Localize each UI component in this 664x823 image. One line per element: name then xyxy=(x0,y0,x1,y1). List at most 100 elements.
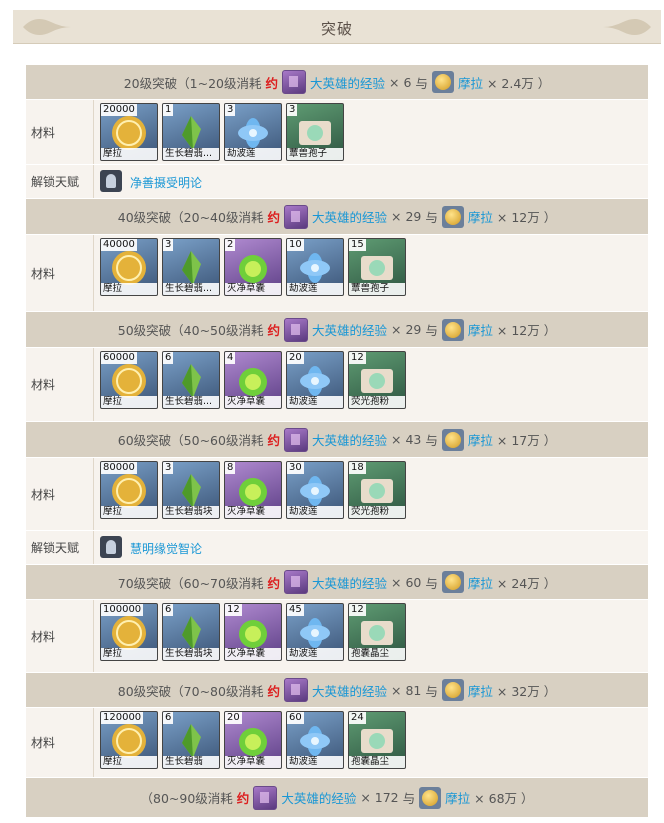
page-header: 突破 xyxy=(13,10,661,44)
mora-link[interactable]: 摩拉 xyxy=(468,207,493,226)
exp-link[interactable]: 大英雄的经验 xyxy=(312,573,387,592)
material-tile[interactable]: 4 灭净草囊 xyxy=(224,351,282,409)
material-count: 8 xyxy=(225,462,236,474)
mora-count: × 32万 ） xyxy=(496,683,557,699)
material-tile[interactable]: 20 灭净草囊 xyxy=(224,711,282,769)
material-tile[interactable]: 6 生长碧翡块 xyxy=(162,603,220,661)
exp-count: × 60 xyxy=(391,574,422,590)
material-tile[interactable]: 10 劫波莲 xyxy=(286,238,344,296)
material-name: 摩拉 xyxy=(101,283,157,295)
material-tile[interactable]: 24 孢囊晶尘 xyxy=(348,711,406,769)
mora-link[interactable]: 摩拉 xyxy=(458,73,483,92)
material-tile[interactable]: 3 生长碧翡... xyxy=(162,238,220,296)
material-list: 40000 摩拉 3 生长碧翡... 2 灭净草囊 10 劫波莲 15 蕈兽孢子 xyxy=(100,238,406,296)
approx-label: 约 xyxy=(267,575,280,591)
mora-count: × 68万 ） xyxy=(474,791,534,806)
mora-count: × 24万 ） xyxy=(496,575,557,591)
approx-label: 约 xyxy=(267,433,280,448)
material-tile[interactable]: 12 灭净草囊 xyxy=(224,603,282,661)
mora-link[interactable]: 摩拉 xyxy=(468,573,493,592)
exp-count: × 29 xyxy=(391,322,422,337)
talent-icon xyxy=(100,536,122,558)
material-tile[interactable]: 12 孢囊晶尘 xyxy=(348,603,406,661)
material-name: 蕈兽孢子 xyxy=(349,283,405,295)
phase-header: 20级突破（1~20级消耗约 大英雄的经验 × 6 与 摩拉 × 2.4万 ） xyxy=(26,65,648,100)
material-tile[interactable]: 60 劫波莲 xyxy=(286,711,344,769)
material-tile[interactable]: 20 劫波莲 xyxy=(286,351,344,409)
phase-header: 80级突破（70~80级消耗约 大英雄的经验 × 81 与 摩拉 × 32万 ） xyxy=(26,673,648,708)
materials-row: 材料 60000 摩拉 6 生长碧翡... 4 灭净草囊 20 劫波莲 12 荧光孢粉 xyxy=(26,348,648,422)
phase-cost-line: 60级突破（50~60级消耗约 大英雄的经验 × 43 与 摩拉 × 17万 ） xyxy=(26,422,648,457)
talent-link[interactable]: 净善摄受明论 xyxy=(130,174,202,191)
phase-header: 50级突破（40~50级消耗约 大英雄的经验 × 29 与 摩拉 × 12万 ） xyxy=(26,312,648,348)
material-name: 摩拉 xyxy=(101,148,157,160)
ornament-right-icon xyxy=(603,18,651,36)
material-count: 20 xyxy=(225,712,242,724)
phase-cost-line: 50级突破（40~50级消耗约 大英雄的经验 × 29 与 摩拉 × 12万 ） xyxy=(26,312,648,347)
exp-book-icon xyxy=(283,204,308,229)
material-count: 12 xyxy=(225,604,242,616)
material-tile[interactable]: 20000 摩拉 xyxy=(100,103,158,161)
material-name: 孢囊晶尘 xyxy=(349,756,405,768)
materials-label: 材料 xyxy=(26,100,94,164)
material-tile[interactable]: 8 灭净草囊 xyxy=(224,461,282,519)
material-tile[interactable]: 40000 摩拉 xyxy=(100,238,158,296)
material-count: 2 xyxy=(225,239,236,251)
material-list: 80000 摩拉 3 生长碧翡块 8 灭净草囊 30 劫波莲 18 荧光孢粉 xyxy=(100,461,406,519)
material-name: 荧光孢粉 xyxy=(349,396,405,408)
mora-link[interactable]: 摩拉 xyxy=(468,681,493,700)
material-count: 10 xyxy=(287,239,304,251)
mora-icon xyxy=(441,205,464,228)
talent-link[interactable]: 慧明缘觉智论 xyxy=(130,540,202,557)
mora-link[interactable]: 摩拉 xyxy=(468,430,493,449)
material-tile[interactable]: 1 生长碧翡... xyxy=(162,103,220,161)
unlock-talent-label: 解锁天赋 xyxy=(26,531,94,564)
material-name: 生长碧翡块 xyxy=(163,648,219,660)
material-count: 6 xyxy=(163,712,174,724)
material-tile[interactable]: 6 生长碧翡... xyxy=(162,351,220,409)
material-tile[interactable]: 100000 摩拉 xyxy=(100,603,158,661)
material-name: 生长碧翡... xyxy=(163,148,219,160)
phase-title: （80~90级消耗 xyxy=(140,791,233,806)
materials-label: 材料 xyxy=(26,708,94,777)
exp-link[interactable]: 大英雄的经验 xyxy=(310,73,385,92)
material-tile[interactable]: 18 荧光孢粉 xyxy=(348,461,406,519)
material-name: 生长碧翡 xyxy=(163,756,219,768)
material-tile[interactable]: 3 蕈兽孢子 xyxy=(286,103,344,161)
exp-link[interactable]: 大英雄的经验 xyxy=(281,788,356,807)
material-tile[interactable]: 60000 摩拉 xyxy=(100,351,158,409)
approx-label: 约 xyxy=(236,791,250,806)
material-name: 荧光孢粉 xyxy=(349,506,405,518)
exp-count: × 6 xyxy=(389,74,412,90)
material-tile[interactable]: 12 荧光孢粉 xyxy=(348,351,406,409)
exp-link[interactable]: 大英雄的经验 xyxy=(312,207,387,226)
material-tile[interactable]: 2 灭净草囊 xyxy=(224,238,282,296)
material-tile[interactable]: 3 生长碧翡块 xyxy=(162,461,220,519)
and-label: 与 xyxy=(425,433,438,448)
phase-cost-line: 80级突破（70~80级消耗约 大英雄的经验 × 81 与 摩拉 × 32万 ） xyxy=(26,673,648,707)
material-count: 12 xyxy=(349,352,366,364)
material-tile[interactable]: 120000 摩拉 xyxy=(100,711,158,769)
exp-count: × 81 xyxy=(391,682,422,698)
material-count: 15 xyxy=(349,239,366,251)
material-tile[interactable]: 30 劫波莲 xyxy=(286,461,344,519)
mora-icon xyxy=(441,679,464,701)
exp-link[interactable]: 大英雄的经验 xyxy=(312,681,387,700)
material-tile[interactable]: 6 生长碧翡 xyxy=(162,711,220,769)
phase-title: 40级突破（20~40级消耗 xyxy=(117,210,264,225)
material-tile[interactable]: 3 劫波莲 xyxy=(224,103,282,161)
exp-link[interactable]: 大英雄的经验 xyxy=(312,320,387,339)
material-name: 摩拉 xyxy=(101,506,157,518)
material-name: 灭净草囊 xyxy=(225,396,281,408)
exp-link[interactable]: 大英雄的经验 xyxy=(312,430,387,449)
phase-header: 70级突破（60~70级消耗约 大英雄的经验 × 60 与 摩拉 × 24万 ） xyxy=(26,565,648,600)
mora-link[interactable]: 摩拉 xyxy=(445,788,470,807)
material-name: 劫波莲 xyxy=(225,148,281,160)
material-tile[interactable]: 45 劫波莲 xyxy=(286,603,344,661)
unlock-talent-label: 解锁天赋 xyxy=(26,165,94,198)
material-count: 4 xyxy=(225,352,236,364)
and-label: 与 xyxy=(425,323,438,338)
mora-link[interactable]: 摩拉 xyxy=(468,320,493,339)
material-tile[interactable]: 80000 摩拉 xyxy=(100,461,158,519)
material-tile[interactable]: 15 蕈兽孢子 xyxy=(348,238,406,296)
